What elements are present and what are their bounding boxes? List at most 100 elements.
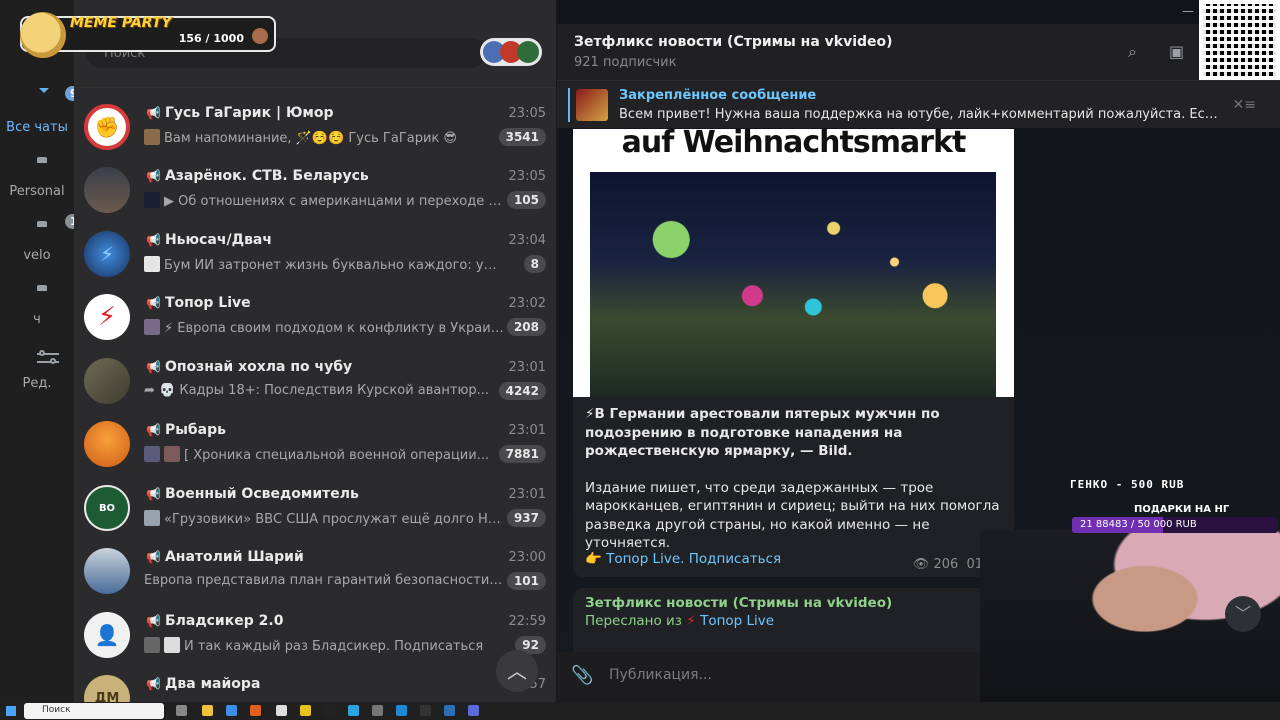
megaphone-icon: 📢 <box>146 233 161 247</box>
scroll-to-bottom-button[interactable]: ﹀ <box>1225 596 1261 632</box>
telegram-window: 94 Все чаты Personal 1 velo ч Ред. Поиск <box>0 0 1280 720</box>
avatar: ДМ <box>84 675 130 702</box>
chat-name: Топор Live <box>164 295 251 311</box>
chat-preview: ⚡ Европа своим подходом к конфликту в Ук… <box>164 321 504 336</box>
chat-preview: Вам напоминание, 🪄☺️☺️ Гусь ГаГарик 😎 <box>164 131 457 146</box>
meme-counter: 156 / 1000 <box>178 32 244 45</box>
windows-taskbar: Поиск <box>0 702 1280 720</box>
folder-label: Ред. <box>22 376 52 391</box>
unread-count: 3541 <box>498 128 546 146</box>
chat-time: 23:02 <box>508 296 546 311</box>
scroll-to-top-button[interactable]: ︿ <box>496 650 538 692</box>
chat-row[interactable]: 👤 📢 Бладсикер 2.0 22:59 И так каждый раз … <box>74 606 556 669</box>
chat-row[interactable]: ⚡ 📢 Топор Live 23:02 ⚡ Европа своим подхо… <box>74 288 556 351</box>
app-icon[interactable] <box>372 705 383 716</box>
image-headline: auf Weihnachtsmarkt <box>621 129 967 160</box>
chat-name: Ньюсач/Двач <box>164 232 272 248</box>
chat-time: 23:04 <box>508 233 546 248</box>
chat-time: 23:05 <box>508 106 546 121</box>
folder-rail: 94 Все чаты Personal 1 velo ч Ред. <box>0 0 91 702</box>
chat-name: Анатолий Шарий <box>164 549 304 565</box>
megaphone-icon: 📢 <box>146 106 161 120</box>
channel-title: Зетфликс новости (Стримы на vkvideo) <box>574 34 893 50</box>
app-icon[interactable] <box>300 705 311 716</box>
gifts-progress-text: 21 88483 / 50 000 RUB <box>1080 519 1197 530</box>
windows-start-icon[interactable] <box>6 706 16 716</box>
streamer-avatar <box>252 28 268 44</box>
avatar <box>84 548 130 594</box>
app-icon[interactable] <box>468 705 479 716</box>
unread-count: 4242 <box>498 382 546 400</box>
unread-count: 208 <box>506 318 546 336</box>
app-icon[interactable] <box>276 705 287 716</box>
edge-icon[interactable] <box>396 705 407 716</box>
app-icon[interactable] <box>250 705 261 716</box>
chat-row[interactable]: ДМ 📢Два майора 22:57 <box>74 669 556 702</box>
store-icon[interactable] <box>226 705 237 716</box>
unread-count: 101 <box>506 572 546 590</box>
minimize-icon[interactable]: — <box>1182 4 1194 18</box>
chat-row[interactable]: 📢 Рыбарь 23:01 [ Хроника специальной воен… <box>74 415 556 478</box>
chat-name: Рыбарь <box>164 422 226 438</box>
app-icon[interactable] <box>444 705 455 716</box>
post-body: Издание пишет, что среди задержанных — т… <box>585 479 1000 552</box>
obs-icon[interactable] <box>324 705 335 716</box>
search-icon[interactable]: ⌕ <box>1128 42 1148 62</box>
unread-count: 8 <box>523 255 546 273</box>
chat-row[interactable]: ВО 📢 Военный Осведомитель 23:01 «Грузовик… <box>74 479 556 542</box>
megaphone-icon: 📢 <box>146 423 161 437</box>
folder-edit[interactable]: Ред. <box>0 350 74 391</box>
pinned-message[interactable]: Закреплённое сообщение Всем привет! Нужн… <box>557 80 1280 128</box>
pinned-thumbnail <box>576 89 608 121</box>
chat-time: 23:01 <box>508 487 546 502</box>
chat-name: Бладсикер 2.0 <box>164 613 284 629</box>
folder-personal[interactable]: Personal <box>0 158 74 199</box>
chat-preview: Европа представила план гарантий безопас… <box>144 573 504 588</box>
forwarded-source[interactable]: Топор Live <box>700 613 774 629</box>
subscribe-link[interactable]: 👉 Топор Live. Подписаться <box>585 551 781 567</box>
chat-row[interactable]: ✊ 📢 Гусь ГаГарик | Юмор 23:05 Вам напомин… <box>74 98 556 161</box>
chat-preview: Бум ИИ затронет жизнь буквально каждого:… <box>164 258 504 273</box>
folder-ch[interactable]: ч <box>0 286 74 327</box>
forwarded-prefix: Переслано из <box>585 613 682 629</box>
avatar: ВО <box>84 485 130 531</box>
chat-row[interactable]: 📢 Опознай хохла по чубу 23:01 ➦ 💀 Кадры 1… <box>74 352 556 415</box>
folder-label: ч <box>33 312 41 327</box>
chat-preview: ➦ 💀 Кадры 18+: Последствия Курской авант… <box>144 383 490 398</box>
chat-time: 23:05 <box>508 169 546 184</box>
live-stream-icon[interactable]: ▣ <box>1169 42 1189 62</box>
meme-party-widget: MEME PARTY 156 / 1000 <box>20 12 276 58</box>
gifts-title: ПОДАРКИ НА НГ <box>1134 504 1230 515</box>
megaphone-icon: 📢 <box>146 614 161 628</box>
megaphone-icon: 📢 <box>146 360 161 374</box>
task-view-icon[interactable] <box>176 705 187 716</box>
chat-header[interactable]: Зетфликс новости (Стримы на vkvideo) 921… <box>557 24 1280 80</box>
folder-all-chats[interactable]: 94 Все чаты <box>0 86 91 135</box>
chat-time: 23:00 <box>508 550 546 565</box>
qr-code <box>1199 0 1280 80</box>
megaphone-icon: 📢 <box>146 550 161 564</box>
avatar <box>84 167 130 213</box>
post-image[interactable]: auf Weihnachtsmarkt <box>573 129 1014 397</box>
stories-avatars[interactable] <box>480 38 542 66</box>
folder-label: Personal <box>9 184 65 199</box>
megaphone-icon: 📢 <box>146 677 161 691</box>
chat-name: Азарёнок. СТВ. Беларусь <box>164 168 369 184</box>
pin-list-icon[interactable]: ✕≡ <box>1233 97 1256 113</box>
chat-row[interactable]: 📢 Анатолий Шарий 23:00 Европа представила… <box>74 542 556 605</box>
message-input[interactable]: Публикация... <box>609 667 712 683</box>
folder-velo[interactable]: 1 velo <box>0 214 83 263</box>
pinned-title: Закреплённое сообщение <box>619 88 817 103</box>
paperclip-icon[interactable]: 📎 <box>571 665 593 686</box>
doge-logo-icon <box>20 12 66 58</box>
forward-channel[interactable]: Зетфликс новости (Стримы на vkvideo) <box>585 595 892 611</box>
telegram-icon[interactable] <box>348 705 359 716</box>
taskbar-search[interactable]: Поиск <box>24 703 164 719</box>
chat-row[interactable]: ⚡ 📢 Ньюсач/Двач 23:04 Бум ИИ затронет жиз… <box>74 225 556 288</box>
file-explorer-icon[interactable] <box>202 705 213 716</box>
app-icon[interactable] <box>420 705 431 716</box>
forwarded-post: Зетфликс новости (Стримы на vkvideo) Пер… <box>573 588 1014 658</box>
chat-preview: [ Хроника специальной военной операции..… <box>184 448 490 463</box>
chat-row[interactable]: 📢 Азарёнок. СТВ. Беларусь 23:05 ▶ Об отно… <box>74 161 556 224</box>
chat-name: Два майора <box>164 676 261 692</box>
